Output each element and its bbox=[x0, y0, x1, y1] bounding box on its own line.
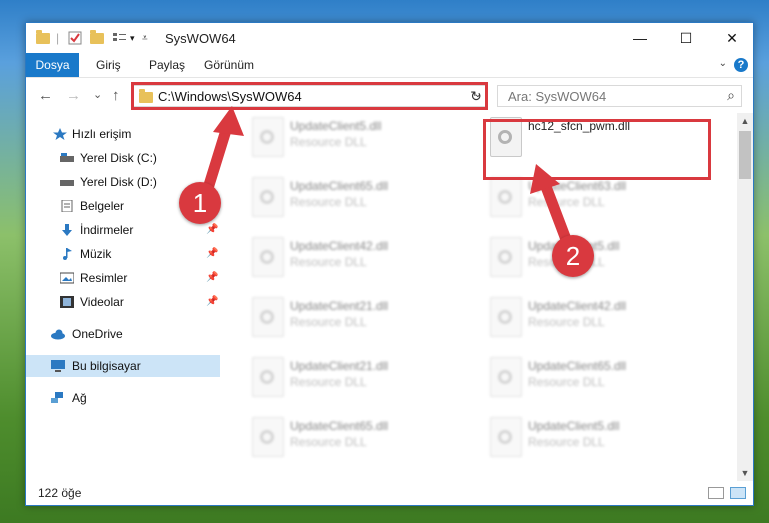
recent-locations-button[interactable]: ⌄ bbox=[93, 88, 102, 101]
address-highlight bbox=[131, 82, 488, 110]
vertical-scrollbar[interactable]: ▲ ▼ bbox=[737, 113, 753, 481]
download-icon bbox=[62, 224, 72, 236]
close-button[interactable]: ✕ bbox=[709, 23, 755, 53]
sidebar-item-label: OneDrive bbox=[72, 327, 123, 341]
video-icon bbox=[60, 296, 74, 308]
chevron-down-icon[interactable]: ▾ bbox=[130, 30, 135, 46]
sidebar-item-label: Ağ bbox=[72, 391, 87, 405]
properties-icon[interactable] bbox=[68, 30, 82, 46]
document-icon bbox=[61, 200, 73, 212]
search-input[interactable]: Ara: SysWOW64 bbox=[508, 89, 606, 104]
sidebar-item-label: Yerel Disk (D:) bbox=[80, 175, 157, 189]
music-icon bbox=[63, 248, 72, 260]
chevron-down-icon[interactable]: ▼ bbox=[737, 465, 753, 481]
pictures-icon bbox=[60, 272, 74, 284]
list-item[interactable]: UpdateClient65.dll Resource DLL bbox=[482, 353, 712, 409]
dll-file-icon bbox=[490, 297, 522, 337]
dll-file-icon bbox=[490, 177, 522, 217]
tab-dosya[interactable]: Dosya bbox=[26, 53, 79, 77]
pin-icon[interactable]: 📌 bbox=[206, 243, 218, 265]
minimize-button[interactable]: — bbox=[617, 23, 663, 53]
sidebar-item-music[interactable]: Müzik 📌 bbox=[26, 243, 220, 265]
sidebar-item-label: Müzik bbox=[80, 247, 112, 261]
cloud-icon bbox=[51, 329, 65, 340]
sidebar-item-label: Bu bilgisayar bbox=[72, 359, 141, 373]
star-icon bbox=[53, 128, 67, 140]
file-highlight bbox=[483, 119, 711, 180]
dll-file-icon bbox=[252, 177, 284, 217]
sidebar-item-label: Hızlı erişim bbox=[72, 127, 132, 141]
details-view-icon[interactable] bbox=[708, 487, 724, 499]
chevron-down-icon[interactable]: ⌄ bbox=[719, 58, 727, 69]
back-button[interactable]: ← bbox=[38, 87, 53, 104]
up-button[interactable]: ↑ bbox=[112, 87, 120, 104]
dll-file-icon bbox=[252, 237, 284, 277]
tab-paylas[interactable]: Paylaş bbox=[149, 53, 185, 77]
tab-gorunum[interactable]: Görünüm bbox=[204, 53, 254, 77]
list-item[interactable]: UpdateClient65.dll Resource DLL bbox=[244, 413, 474, 469]
list-item[interactable]: UpdateClient42.dll Resource DLL bbox=[244, 233, 474, 289]
dll-file-icon bbox=[252, 417, 284, 457]
sidebar-item-local-disk-c[interactable]: Yerel Disk (C:) bbox=[26, 147, 220, 169]
sidebar-item-network[interactable]: Ağ bbox=[26, 387, 220, 409]
chevron-up-icon[interactable]: ▲ bbox=[737, 113, 753, 129]
view-options-icon[interactable] bbox=[112, 30, 128, 46]
maximize-button[interactable]: ☐ bbox=[663, 23, 709, 53]
step-badge-2: 2 bbox=[552, 235, 594, 277]
step-badge-1: 1 bbox=[179, 182, 221, 224]
sidebar-item-pictures[interactable]: Resimler 📌 bbox=[26, 267, 220, 289]
list-item[interactable]: UpdateClient63.dll Resource DLL bbox=[482, 173, 712, 229]
scroll-thumb[interactable] bbox=[739, 131, 751, 179]
dll-file-icon bbox=[252, 297, 284, 337]
dll-file-icon bbox=[252, 357, 284, 397]
status-bar: 122 öğe bbox=[26, 481, 753, 505]
sidebar-item-onedrive[interactable]: OneDrive bbox=[26, 323, 220, 345]
list-item[interactable]: UpdateClient42.dll Resource DLL bbox=[482, 293, 712, 349]
item-count: 122 öğe bbox=[38, 486, 82, 500]
separator: | bbox=[56, 31, 60, 45]
list-item[interactable]: UpdateClient21.dll Resource DLL bbox=[244, 353, 474, 409]
sidebar-item-videos[interactable]: Videolar 📌 bbox=[26, 291, 220, 313]
pin-icon[interactable]: 📌 bbox=[206, 267, 218, 289]
customize-toolbar-icon[interactable]: ⩡ bbox=[142, 30, 148, 46]
dll-file-icon bbox=[490, 237, 522, 277]
sidebar-item-label: Videolar bbox=[80, 295, 124, 309]
folder-icon bbox=[36, 29, 50, 46]
forward-button[interactable]: → bbox=[66, 87, 81, 104]
ribbon: Dosya Giriş Paylaş Görünüm ⌄ ? bbox=[26, 53, 753, 78]
sidebar-item-this-pc[interactable]: Bu bilgisayar bbox=[26, 355, 220, 377]
title-bar: | ▾ ⩡ SysWOW64 — ☐ ✕ bbox=[26, 23, 753, 53]
new-folder-icon[interactable] bbox=[90, 29, 104, 46]
tiles-view-icon[interactable] bbox=[730, 487, 746, 499]
dll-file-icon bbox=[490, 357, 522, 397]
sidebar-item-label: Yerel Disk (C:) bbox=[80, 151, 157, 165]
list-item[interactable]: UpdateClient5.dll Resource DLL bbox=[244, 113, 474, 169]
navigation-pane: Hızlı erişim Yerel Disk (C:) Yerel Disk … bbox=[26, 113, 220, 481]
search-box[interactable]: Ara: SysWOW64 ⌕ bbox=[497, 85, 742, 107]
sidebar-item-label: Belgeler bbox=[80, 199, 125, 213]
dll-file-icon bbox=[490, 417, 522, 457]
help-icon[interactable]: ? bbox=[734, 58, 748, 72]
list-item[interactable]: UpdateClient5.dll Resource DLL bbox=[482, 233, 712, 289]
pin-icon[interactable]: 📌 bbox=[206, 291, 218, 313]
dll-file-icon bbox=[252, 117, 284, 157]
sidebar-item-label: İndirmeler bbox=[80, 223, 134, 237]
window-title: SysWOW64 bbox=[165, 31, 236, 46]
network-icon bbox=[51, 392, 63, 403]
search-icon[interactable]: ⌕ bbox=[727, 87, 735, 104]
list-item[interactable]: UpdateClient5.dll Resource DLL bbox=[482, 413, 712, 469]
drive-icon bbox=[60, 180, 74, 186]
sidebar-item-quick-access[interactable]: Hızlı erişim bbox=[26, 123, 220, 145]
sidebar-item-label: Resimler bbox=[80, 271, 128, 285]
computer-icon bbox=[51, 360, 65, 372]
list-item[interactable]: UpdateClient65.dll Resource DLL bbox=[244, 173, 474, 229]
list-item[interactable]: UpdateClient21.dll Resource DLL bbox=[244, 293, 474, 349]
drive-icon bbox=[60, 153, 74, 162]
tab-giris[interactable]: Giriş bbox=[96, 53, 121, 77]
